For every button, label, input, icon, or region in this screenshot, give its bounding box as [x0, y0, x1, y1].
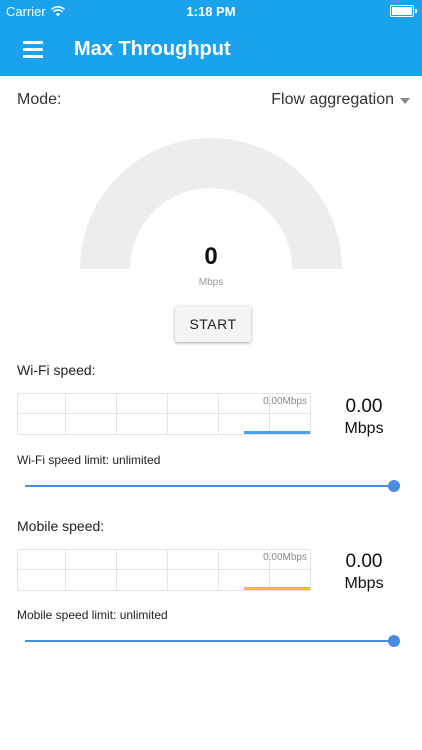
slider-thumb[interactable]: [388, 635, 400, 647]
mobile-speed-value: 0.00: [345, 551, 383, 572]
mobile-speed-unit: Mbps: [344, 575, 384, 592]
mobile-graph-label: 0.00Mbps: [263, 552, 307, 563]
slider-thumb[interactable]: [388, 480, 400, 492]
status-bar: Carrier 1:18 PM: [0, 0, 422, 24]
mobile-speed-label: Mobile speed:: [17, 518, 105, 534]
mobile-graph-line: [244, 587, 310, 590]
status-time: 1:18 PM: [186, 4, 236, 19]
gauge-value: 0: [204, 243, 218, 270]
app-title: Max Throughput: [74, 38, 231, 60]
battery-icon: [390, 5, 417, 17]
start-button[interactable]: START: [175, 306, 251, 342]
mode-dropdown[interactable]: Flow aggregation: [271, 91, 410, 109]
wifi-speed-unit: Mbps: [344, 420, 384, 437]
slider-track: [25, 640, 394, 642]
mobile-speed-graph: 0.00Mbps: [17, 549, 311, 591]
wifi-graph-line: [244, 431, 310, 434]
dropdown-caret-icon: [400, 98, 410, 104]
wifi-speed-graph: 0.00Mbps: [17, 393, 311, 435]
wifi-graph-label: 0.00Mbps: [263, 396, 307, 407]
wifi-speed-limit-label: Wi-Fi speed limit: unlimited: [17, 453, 161, 467]
wifi-speed-value: 0.00: [345, 396, 383, 417]
mobile-speed-limit-slider[interactable]: [25, 635, 400, 647]
gauge-unit: Mbps: [198, 277, 224, 288]
mode-selected-value: Flow aggregation: [271, 91, 394, 108]
mode-label: Mode:: [17, 91, 62, 108]
app-bar: Max Throughput: [0, 24, 422, 76]
hamburger-menu-icon[interactable]: [23, 41, 43, 58]
wifi-speed-limit-slider[interactable]: [25, 480, 400, 492]
mobile-speed-limit-label: Mobile speed limit: unlimited: [17, 608, 168, 622]
wifi-speed-label: Wi-Fi speed:: [17, 362, 96, 378]
slider-track: [25, 485, 394, 487]
